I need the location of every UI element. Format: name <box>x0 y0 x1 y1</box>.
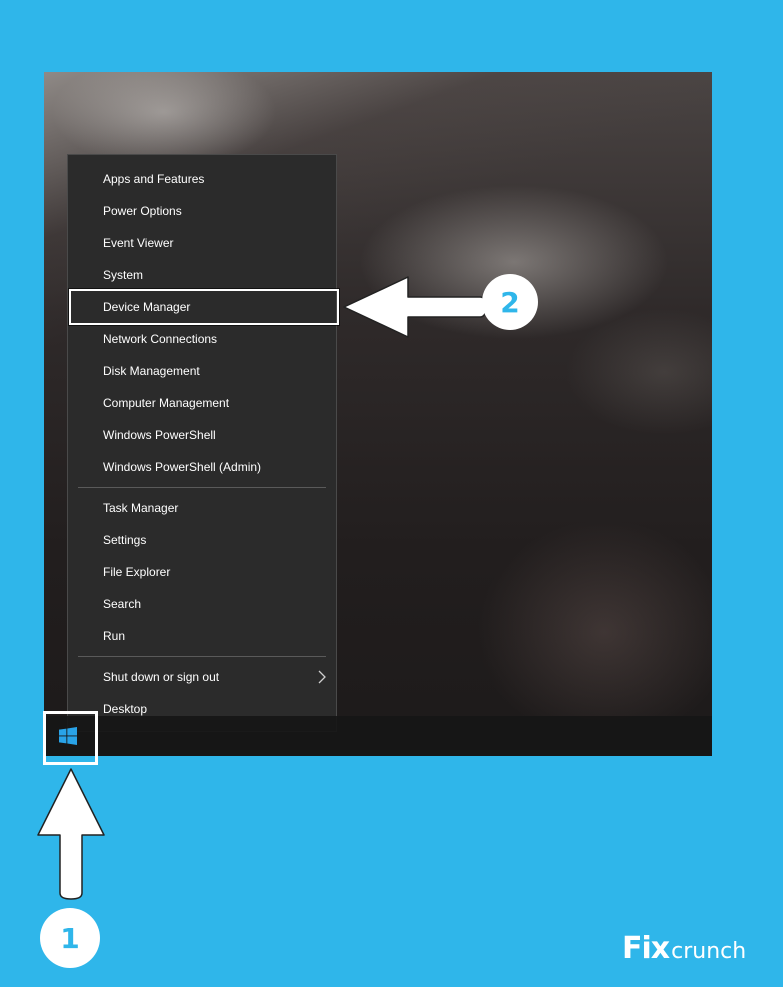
start-button-highlight <box>43 711 98 765</box>
menu-item-label: Desktop <box>103 702 148 716</box>
menu-item-label: Disk Management <box>103 364 200 378</box>
menu-item-task-manager[interactable]: Task Manager <box>68 493 336 523</box>
step-2-badge: 2 <box>482 274 538 330</box>
logo-text-fix: Fix <box>622 931 670 966</box>
menu-item-search[interactable]: Search <box>68 589 336 619</box>
fixcrunch-logo: Fix crunch <box>622 926 746 966</box>
menu-item-label: Settings <box>103 533 147 547</box>
step-1-badge: 1 <box>40 908 100 968</box>
arrow-left-icon <box>343 276 487 338</box>
menu-item-label: Search <box>103 597 142 611</box>
menu-item-shut-down-or-sign-out[interactable]: Shut down or sign out <box>68 662 336 692</box>
menu-item-event-viewer[interactable]: Event Viewer <box>68 228 336 258</box>
winx-context-menu: Apps and Features Power Options Event Vi… <box>67 154 337 732</box>
menu-item-windows-powershell-admin[interactable]: Windows PowerShell (Admin) <box>68 452 336 482</box>
menu-item-label: System <box>103 268 144 282</box>
menu-item-label: Event Viewer <box>103 236 174 250</box>
step-number: 2 <box>500 285 520 319</box>
taskbar <box>44 716 712 756</box>
menu-item-file-explorer[interactable]: File Explorer <box>68 557 336 587</box>
menu-item-settings[interactable]: Settings <box>68 525 336 555</box>
menu-item-network-connections[interactable]: Network Connections <box>68 324 336 354</box>
menu-item-power-options[interactable]: Power Options <box>68 196 336 226</box>
menu-item-run[interactable]: Run <box>68 621 336 651</box>
menu-item-label: Shut down or sign out <box>103 670 220 684</box>
device-manager-highlight <box>69 289 339 325</box>
menu-item-label: Power Options <box>103 204 182 218</box>
menu-item-computer-management[interactable]: Computer Management <box>68 388 336 418</box>
menu-item-label: Computer Management <box>103 396 230 410</box>
menu-item-label: File Explorer <box>103 565 171 579</box>
menu-item-windows-powershell[interactable]: Windows PowerShell <box>68 420 336 450</box>
menu-item-label: Run <box>103 629 126 643</box>
menu-item-label: Task Manager <box>103 501 179 515</box>
desktop-screenshot: Apps and Features Power Options Event Vi… <box>44 72 712 756</box>
step-number: 1 <box>60 921 80 955</box>
menu-separator <box>78 656 326 657</box>
menu-item-system[interactable]: System <box>68 260 336 290</box>
menu-item-label: Windows PowerShell (Admin) <box>103 460 262 474</box>
menu-item-disk-management[interactable]: Disk Management <box>68 356 336 386</box>
menu-item-label: Apps and Features <box>103 172 205 186</box>
menu-item-apps-and-features[interactable]: Apps and Features <box>68 164 336 194</box>
menu-item-label: Network Connections <box>103 332 218 346</box>
logo-text-crunch: crunch <box>671 939 747 964</box>
chevron-right-icon <box>318 662 326 692</box>
menu-separator <box>78 487 326 488</box>
menu-item-label: Windows PowerShell <box>103 428 216 442</box>
arrow-up-icon <box>37 768 105 900</box>
